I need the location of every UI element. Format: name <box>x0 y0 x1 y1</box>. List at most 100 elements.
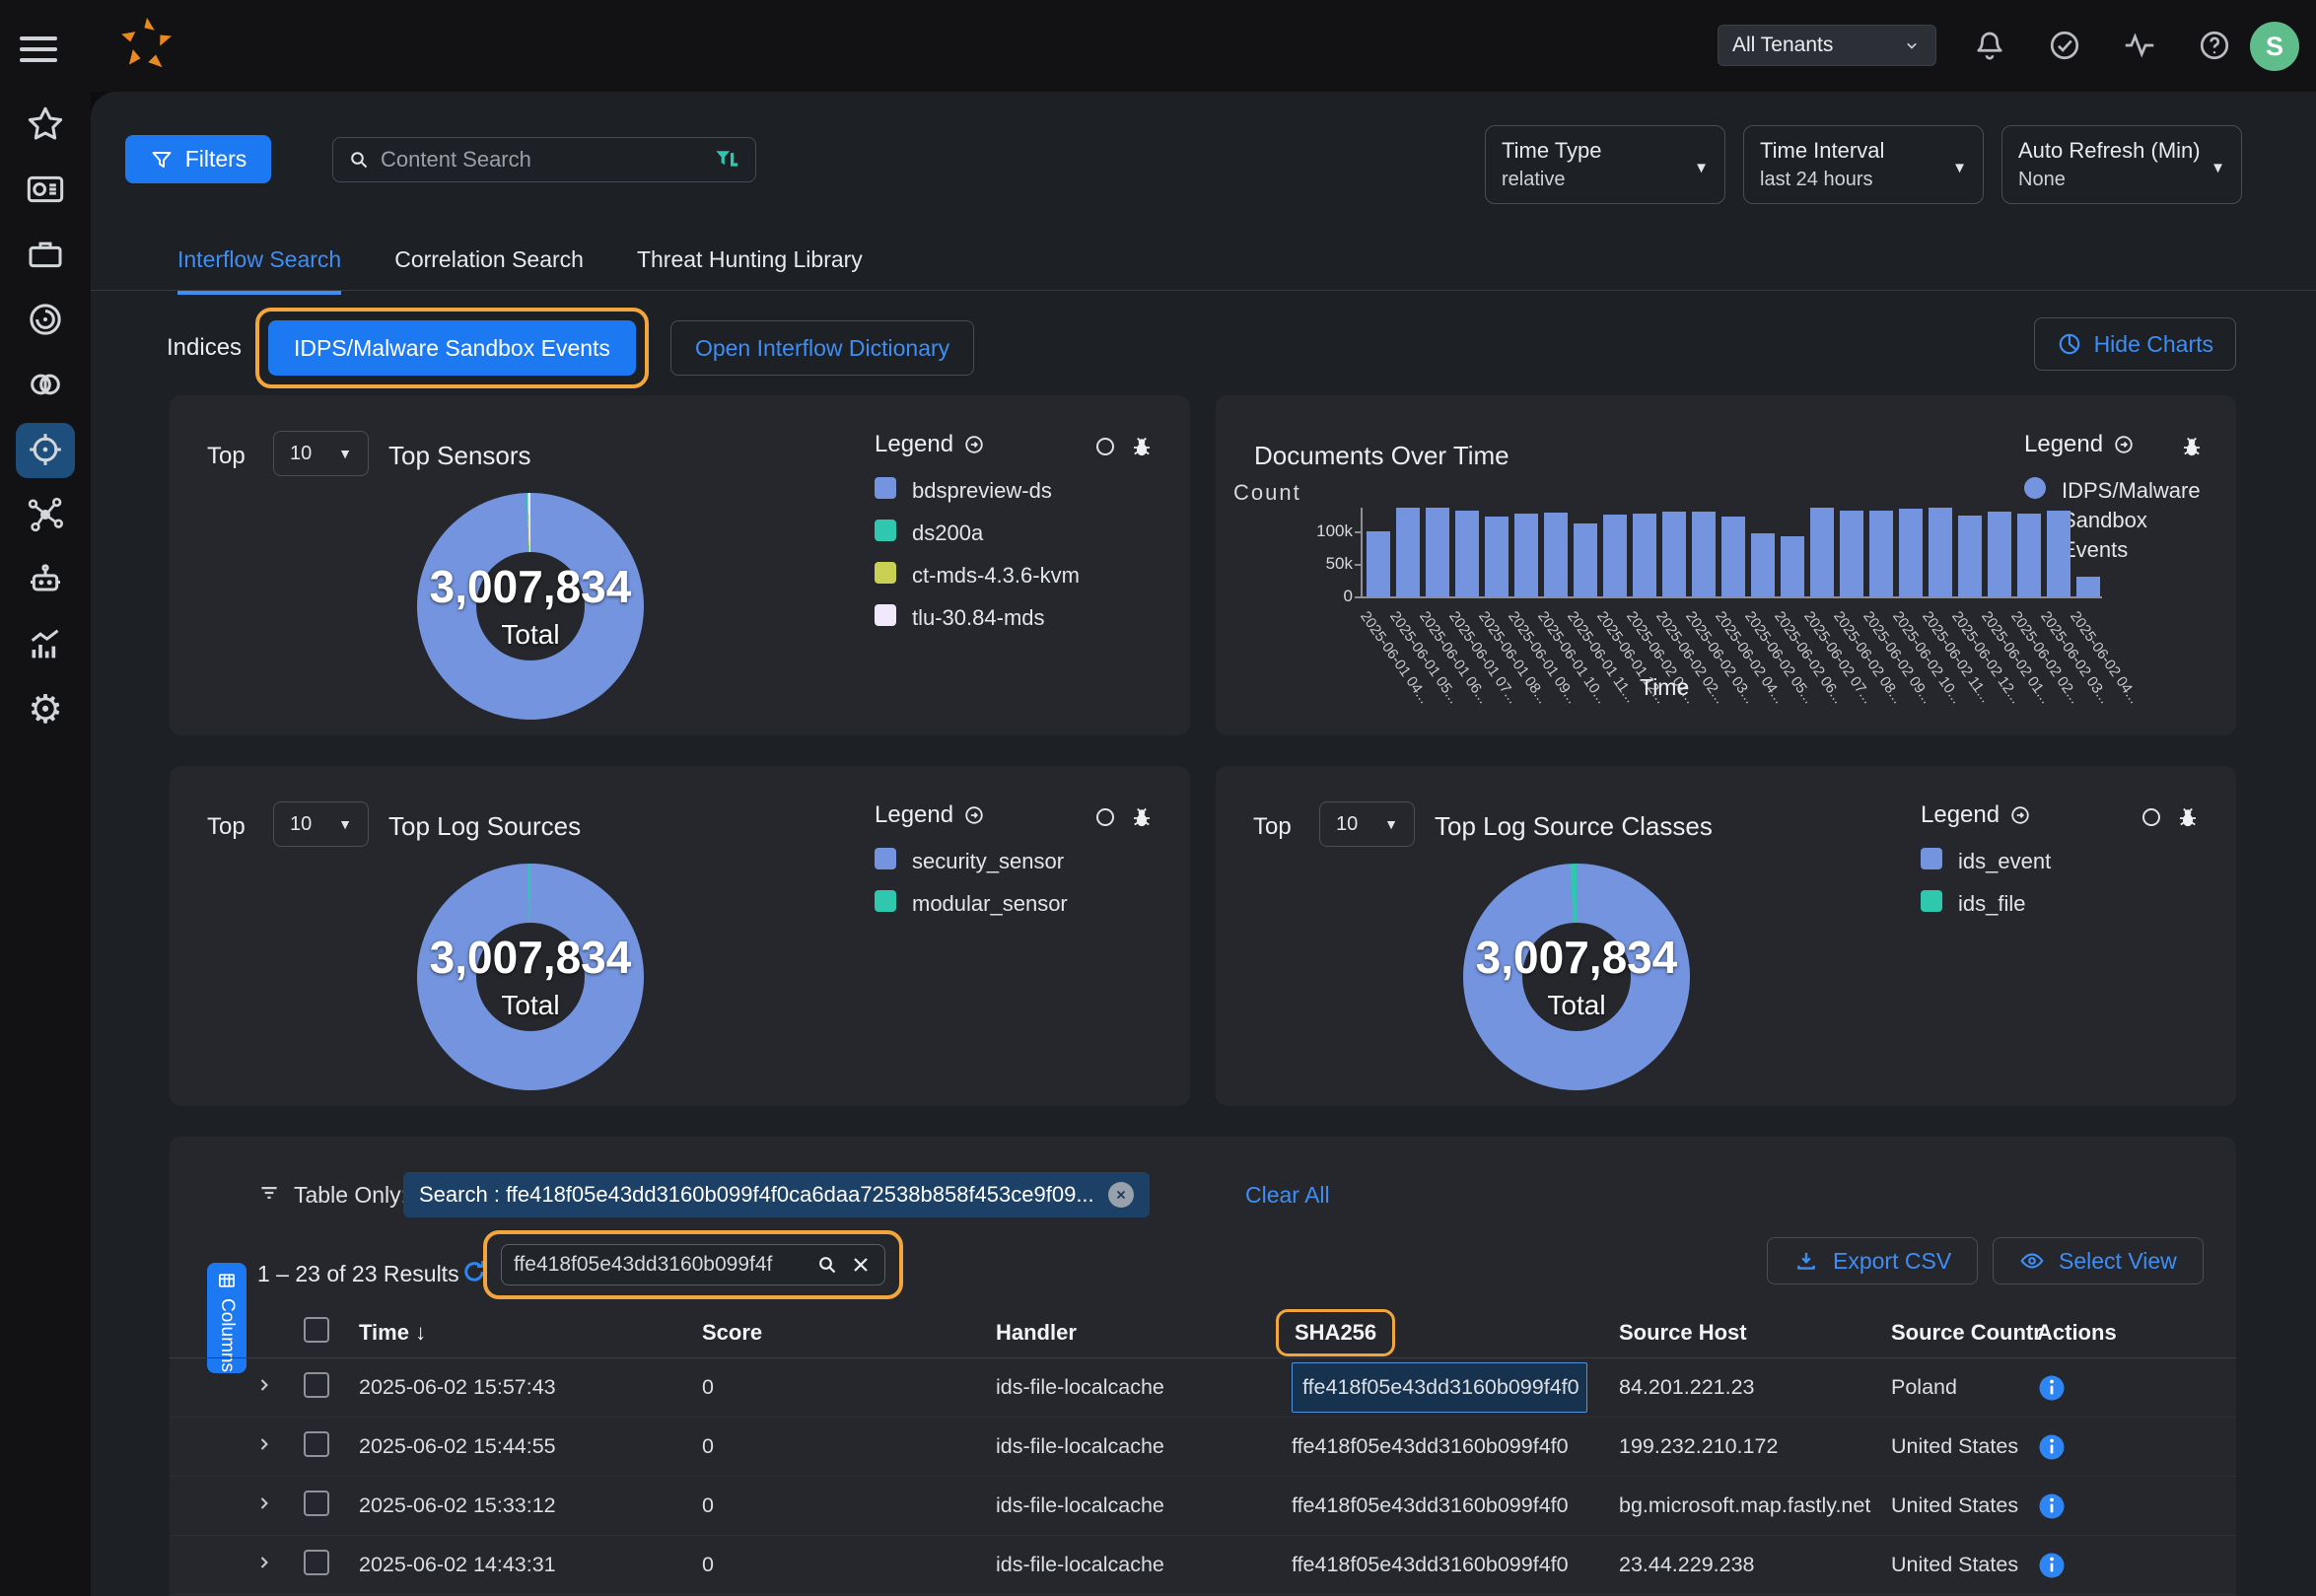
row-info-button[interactable] <box>2037 1432 2067 1462</box>
clear-search-icon[interactable] <box>849 1253 873 1277</box>
donut-chart: 3,007,834 Total <box>417 493 644 720</box>
system-status-icon[interactable] <box>2047 28 2082 63</box>
activity-icon[interactable] <box>2122 28 2157 63</box>
time-interval-select[interactable]: Time Interval last 24 hours ▼ <box>1743 125 1984 204</box>
column-header-source-country[interactable]: Source Countr <box>1891 1320 2037 1346</box>
select-view-button[interactable]: Select View <box>1993 1237 2204 1284</box>
legend-item[interactable]: ct-mds-4.3.6-kvm <box>875 561 1111 590</box>
chip-close-icon[interactable] <box>1108 1182 1134 1208</box>
radio-toggle-icon[interactable] <box>2142 808 2160 826</box>
row-checkbox[interactable] <box>304 1550 329 1575</box>
stellar-logo[interactable] <box>116 14 177 75</box>
row-expand-button[interactable] <box>254 1553 304 1578</box>
sidebar: ⚙ <box>0 92 91 1596</box>
avatar[interactable]: S <box>2250 22 2299 71</box>
legend-item[interactable]: ids_event <box>1921 847 2157 876</box>
sidebar-item-dashboards[interactable] <box>0 157 91 222</box>
sidebar-item-favorites[interactable] <box>0 92 91 157</box>
bar <box>1810 508 1834 596</box>
open-interflow-dictionary-button[interactable]: Open Interflow Dictionary <box>670 320 974 376</box>
sidebar-item-correlations[interactable] <box>0 482 91 547</box>
help-icon[interactable] <box>2197 28 2232 63</box>
sidebar-item-reports[interactable] <box>0 612 91 677</box>
legend-item[interactable]: tlu-30.84-mds <box>875 603 1111 633</box>
donut-total-value: 3,007,834 <box>358 560 703 613</box>
sidebar-item-cases[interactable] <box>0 222 91 287</box>
select-all-checkbox[interactable] <box>304 1317 329 1343</box>
row-expand-button[interactable] <box>254 1375 304 1401</box>
row-info-button[interactable] <box>2037 1373 2067 1403</box>
bar <box>1899 509 1923 596</box>
row-info-button[interactable] <box>2037 1492 2067 1521</box>
column-header-time[interactable]: Time ↓ <box>359 1320 702 1346</box>
legend-item[interactable]: ids_file <box>1921 889 2157 919</box>
cell-time: 2025-06-02 15:57:43 <box>359 1375 702 1400</box>
cell-sha256[interactable]: ffe418f05e43dd3160b099f4f0 <box>1292 1553 1619 1578</box>
sidebar-item-investigate[interactable] <box>0 417 91 482</box>
row-info-button[interactable] <box>2037 1551 2067 1580</box>
legend-item[interactable]: modular_sensor <box>875 889 1111 919</box>
tab-threat-hunting-library[interactable]: Threat Hunting Library <box>637 246 863 295</box>
top-n-select[interactable]: 10▼ <box>1319 801 1415 847</box>
bar <box>1574 523 1597 596</box>
radio-toggle-icon[interactable] <box>1096 438 1114 455</box>
row-checkbox[interactable] <box>304 1372 329 1398</box>
legend-title[interactable]: Legend <box>1921 801 2157 829</box>
tenant-selector[interactable]: All Tenants <box>1718 25 1936 66</box>
top-n-select[interactable]: 10▼ <box>273 801 369 847</box>
filters-button[interactable]: Filters <box>125 135 271 183</box>
tab-interflow-search[interactable]: Interflow Search <box>177 246 341 295</box>
legend-arrow-icon <box>963 804 985 826</box>
cell-sha256[interactable]: ffe418f05e43dd3160b099f4f0 <box>1292 1493 1619 1519</box>
notifications-icon[interactable] <box>1972 28 2007 63</box>
star-icon <box>26 104 65 144</box>
cell-score: 0 <box>702 1493 996 1518</box>
legend-item[interactable]: security_sensor <box>875 847 1111 876</box>
tab-correlation-search[interactable]: Correlation Search <box>394 246 584 295</box>
legend-title[interactable]: Legend <box>875 431 1111 458</box>
debug-icon[interactable] <box>2176 805 2200 829</box>
legend-item[interactable]: ds200a <box>875 519 1111 548</box>
column-header-sha256[interactable]: SHA256 <box>1295 1320 1376 1345</box>
clear-all-link[interactable]: Clear All <box>1245 1182 1330 1209</box>
time-type-select[interactable]: Time Type relative ▼ <box>1485 125 1725 204</box>
debug-icon[interactable] <box>1130 435 1154 458</box>
table-search-input[interactable] <box>514 1253 806 1277</box>
radio-toggle-icon[interactable] <box>1096 808 1114 826</box>
sidebar-item-ml-detections[interactable] <box>0 352 91 417</box>
hide-charts-button[interactable]: Hide Charts <box>2034 317 2236 371</box>
hamburger-menu-icon[interactable] <box>20 30 57 61</box>
top-n-select[interactable]: 10▼ <box>273 431 369 476</box>
export-csv-button[interactable]: Export CSV <box>1767 1237 1978 1284</box>
column-header-source-host[interactable]: Source Host <box>1619 1320 1891 1346</box>
legend-swatch <box>875 520 896 541</box>
sidebar-item-settings[interactable]: ⚙ <box>0 677 91 742</box>
cell-source-country: Poland <box>1891 1375 2037 1400</box>
debug-icon[interactable] <box>2180 435 2204 458</box>
y-axis-label: Count <box>1233 480 1301 506</box>
cell-time: 2025-06-02 15:44:55 <box>359 1434 702 1459</box>
crosshair-icon <box>26 430 65 469</box>
legend-title[interactable]: Legend <box>875 801 1111 829</box>
selected-index-button[interactable]: IDPS/Malware Sandbox Events <box>268 320 636 376</box>
results-table-panel: Table Only: Search : ffe418f05e43dd3160b… <box>170 1137 2236 1596</box>
row-expand-button[interactable] <box>254 1434 304 1460</box>
lucene-toggle-icon[interactable] <box>712 145 741 174</box>
row-checkbox[interactable] <box>304 1431 329 1457</box>
row-expand-button[interactable] <box>254 1493 304 1519</box>
debug-icon[interactable] <box>1130 805 1154 829</box>
content-search-input[interactable] <box>381 147 702 173</box>
search-filter-chip[interactable]: Search : ffe418f05e43dd3160b099f4f0ca6da… <box>403 1172 1150 1217</box>
panel-title: Documents Over Time <box>1254 441 1509 471</box>
legend-item[interactable]: bdspreview-ds <box>875 476 1111 506</box>
sidebar-item-visibility[interactable] <box>0 287 91 352</box>
column-header-score[interactable]: Score <box>702 1320 996 1346</box>
cell-sha256[interactable]: ffe418f05e43dd3160b099f4f0 <box>1292 1434 1619 1460</box>
bar <box>2047 511 2070 596</box>
sidebar-item-automation[interactable] <box>0 547 91 612</box>
column-header-handler[interactable]: Handler <box>996 1320 1292 1346</box>
search-icon[interactable] <box>815 1253 839 1277</box>
cell-sha256[interactable]: ffe418f05e43dd3160b099f4f0 <box>1292 1362 1619 1413</box>
auto-refresh-select[interactable]: Auto Refresh (Min) None ▼ <box>2001 125 2242 204</box>
row-checkbox[interactable] <box>304 1491 329 1516</box>
